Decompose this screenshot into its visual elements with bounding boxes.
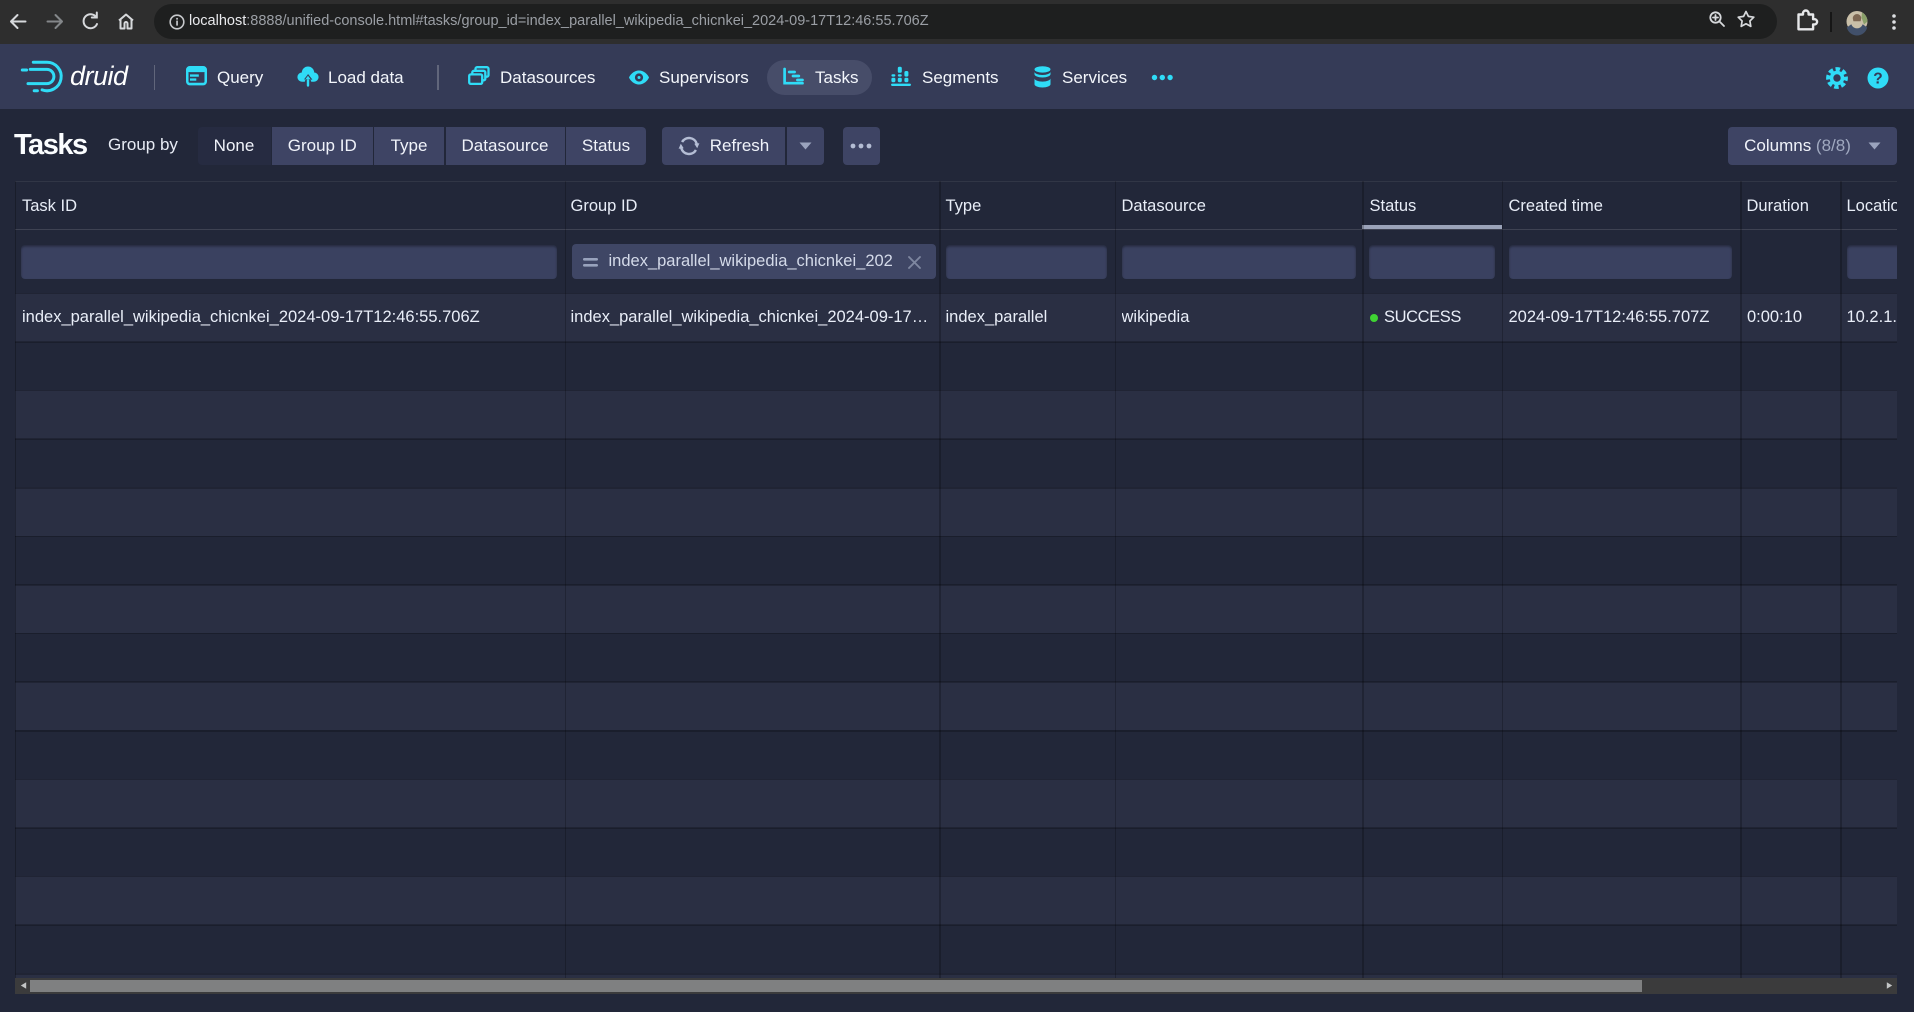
svg-text:?: ? xyxy=(1873,70,1882,87)
